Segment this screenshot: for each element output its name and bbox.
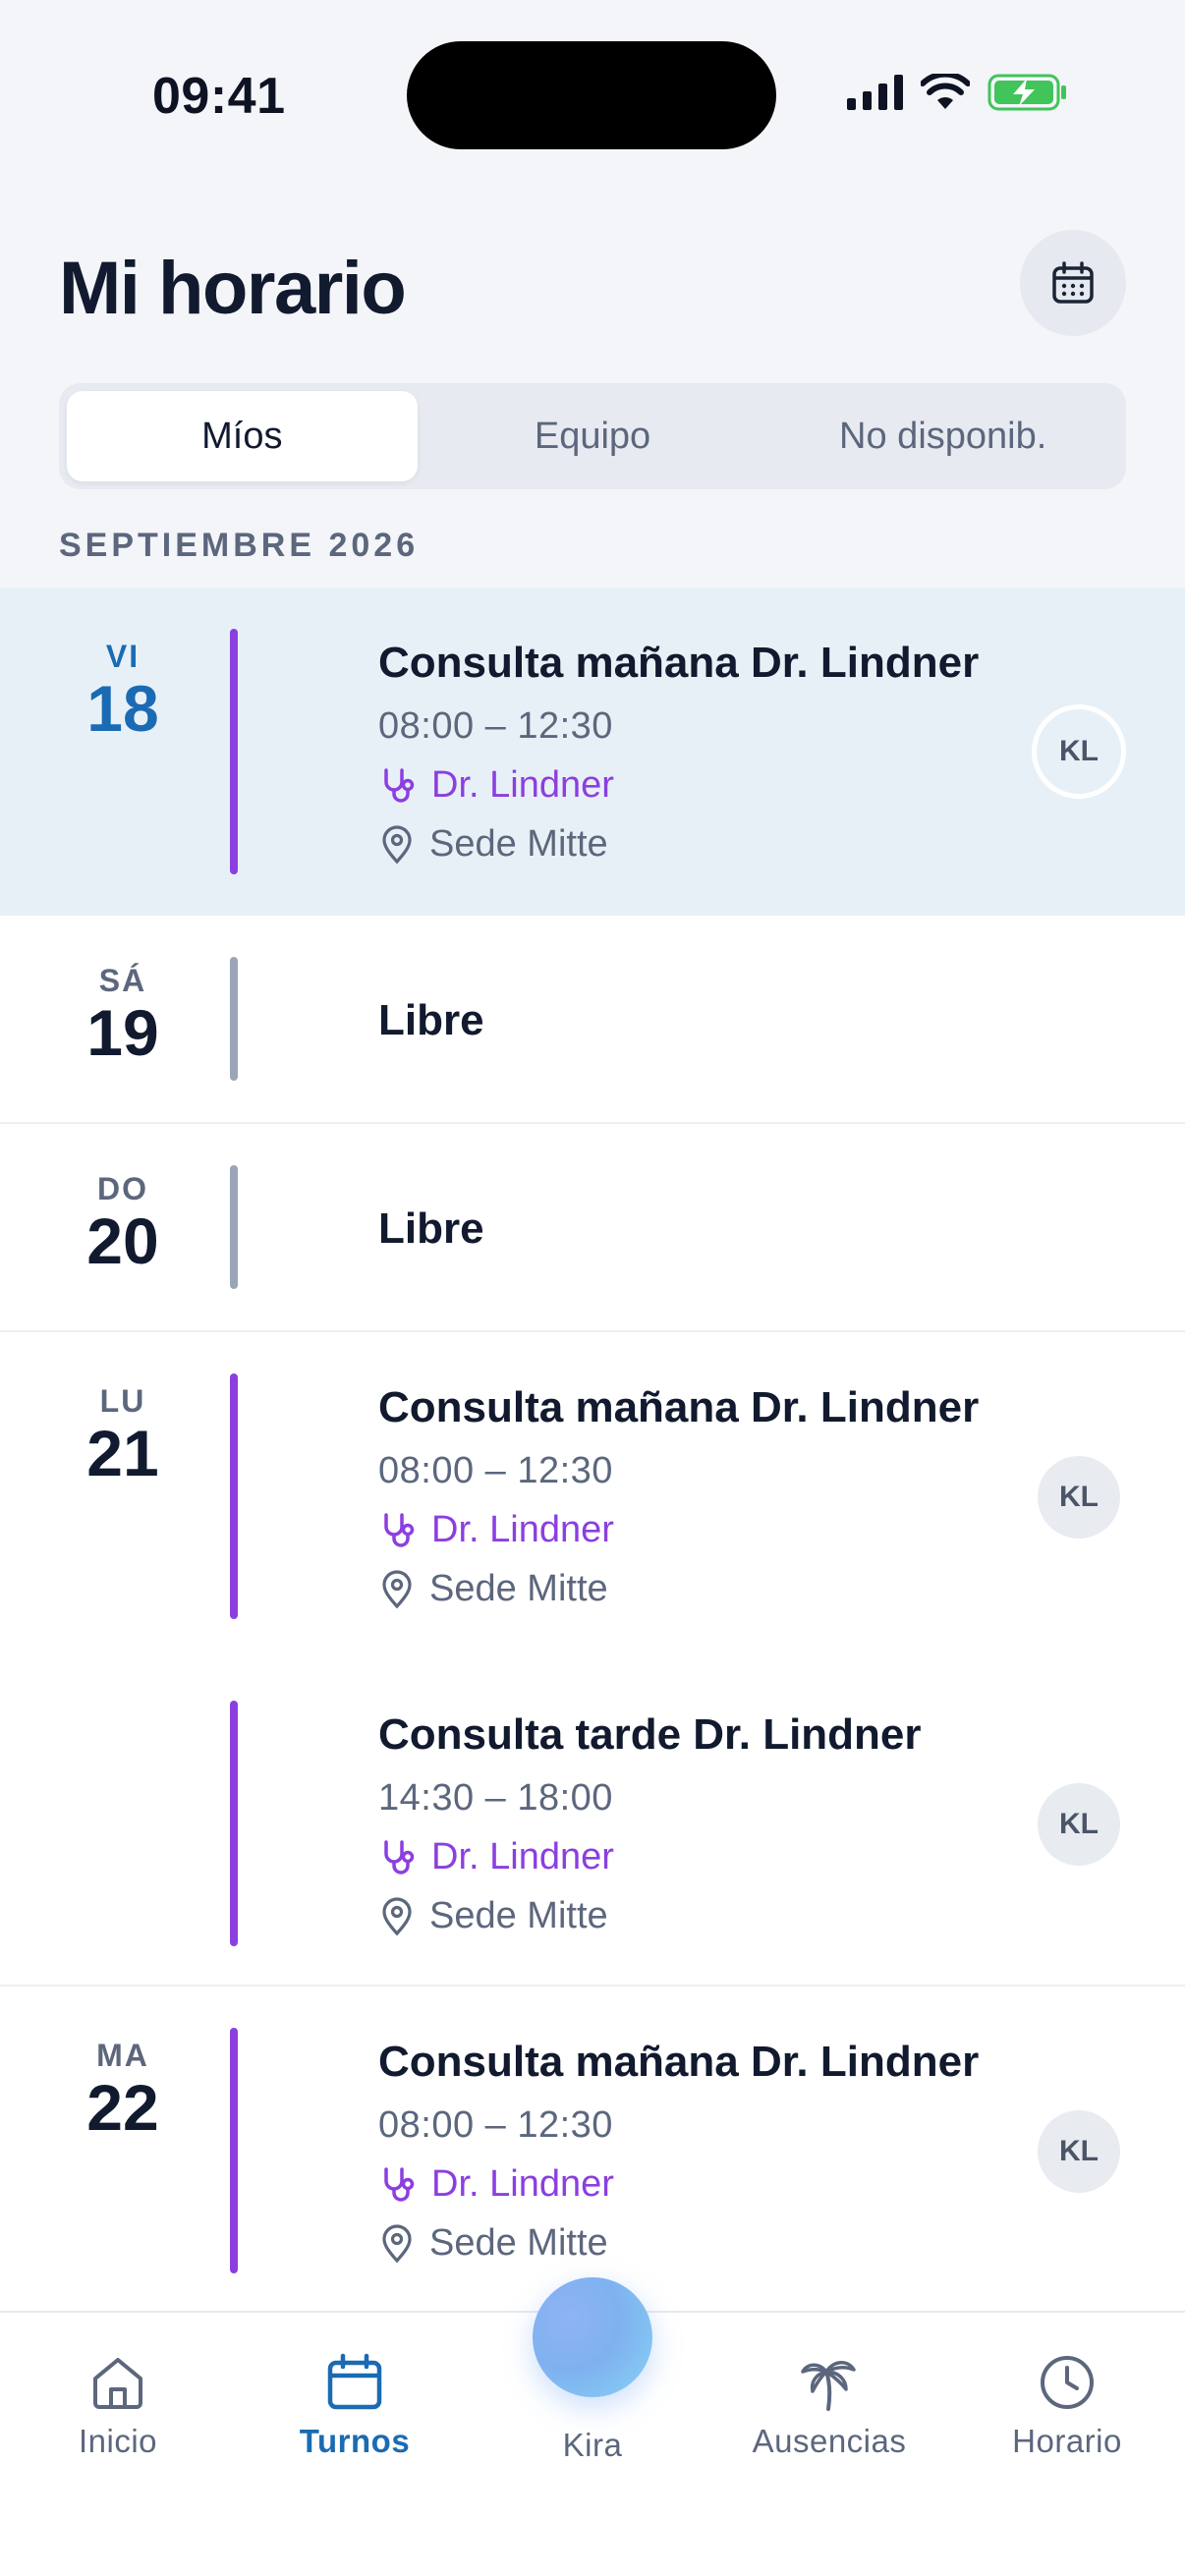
shift-location: Sede Mitte [378, 1568, 608, 1610]
day-of-week: MA [96, 2038, 149, 2073]
location-name: Sede Mitte [429, 2222, 608, 2264]
month-label: SEPTIEMBRE 2026 [59, 527, 420, 564]
calendar-button[interactable] [1020, 230, 1126, 336]
day-number: 18 [86, 672, 159, 745]
home-icon [93, 2358, 142, 2409]
palm-tree-icon [801, 2361, 856, 2411]
location-pin-icon [382, 824, 412, 864]
day-of-week: LU [99, 1383, 146, 1419]
day-of-week: SÁ [98, 963, 147, 998]
shift-doctor: Dr. Lindner [378, 2163, 614, 2206]
wifi-icon [921, 74, 970, 109]
location-name: Sede Mitte [429, 1895, 608, 1936]
tab-label-kira: Kira [562, 2427, 623, 2463]
tab-label: Ausencias [752, 2423, 907, 2459]
free-color-bar [230, 1165, 238, 1289]
shift-title: Consulta mañana Dr. Lindner [378, 2038, 980, 2086]
location-name: Sede Mitte [429, 1568, 608, 1609]
shift-color-bar [230, 1373, 238, 1619]
shift-location: Sede Mitte [378, 823, 608, 866]
location-pin-icon [382, 1896, 412, 1935]
tab-label: Inicio [78, 2423, 158, 2459]
shift-title: Consulta mañana Dr. Lindner [378, 1383, 980, 1431]
doctor-name: Dr. Lindner [431, 2163, 614, 2205]
day-row[interactable]: DO 20 Libre [0, 1124, 1185, 1332]
shift-doctor: Dr. Lindner [378, 764, 614, 807]
shift-location: Sede Mitte [378, 2222, 608, 2265]
segment-mine[interactable]: Míos [67, 391, 418, 481]
free-label: Libre [378, 996, 484, 1044]
avatar[interactable]: KL [1032, 704, 1126, 799]
tab-label: Horario [1012, 2423, 1122, 2459]
battery-charging-icon [988, 74, 1066, 111]
shift-time: 14:30 – 18:00 [378, 1777, 613, 1819]
day-number: 20 [86, 1204, 159, 1277]
doctor-name: Dr. Lindner [431, 1836, 614, 1877]
day-of-week: VI [105, 639, 141, 674]
segment-unavailable[interactable]: No disponib. [767, 391, 1118, 481]
free-color-bar [230, 957, 238, 1081]
tab-ausencias[interactable]: Ausencias [731, 2352, 928, 2460]
schedule-list: VI 18 Consulta mañana Dr. Lindner 08:00 … [0, 588, 1185, 2315]
tab-label: Turnos [299, 2423, 411, 2459]
avatar[interactable]: KL [1038, 1783, 1120, 1866]
shift-location: Sede Mitte [378, 1895, 608, 1937]
shift-color-bar [230, 1701, 238, 1946]
shift-doctor: Dr. Lindner [378, 1836, 614, 1878]
day-row[interactable]: LU 21 Consulta mañana Dr. Lindner 08:00 … [0, 1332, 1185, 1987]
doctor-name: Dr. Lindner [431, 764, 614, 806]
calendar-icon [327, 2353, 382, 2410]
status-icons [847, 71, 1068, 114]
avatar[interactable]: KL [1038, 1456, 1120, 1539]
day-label: DO 20 [39, 1171, 206, 1275]
dynamic-island [407, 41, 776, 149]
cellular-signal-icon [847, 75, 903, 110]
location-name: Sede Mitte [429, 823, 608, 865]
day-label: SÁ 19 [39, 963, 206, 1067]
shift-time: 08:00 – 12:30 [378, 2104, 613, 2146]
shift-title: Consulta mañana Dr. Lindner [378, 639, 980, 687]
page-title: Mi horario [59, 247, 407, 330]
doctor-name: Dr. Lindner [431, 1509, 614, 1550]
location-pin-icon [382, 1569, 412, 1608]
location-pin-icon [382, 2223, 412, 2263]
avatar[interactable]: KL [1038, 2110, 1120, 2193]
tab-inicio[interactable]: Inicio [20, 2352, 216, 2460]
day-row[interactable]: SÁ 19 Libre [0, 916, 1185, 1124]
free-label: Libre [378, 1204, 484, 1253]
stethoscope-icon [384, 1512, 415, 1547]
shift-time: 08:00 – 12:30 [378, 705, 613, 747]
day-number: 22 [86, 2071, 159, 2144]
kira-assistant-orb[interactable] [533, 2277, 652, 2397]
shift-color-bar [230, 629, 238, 874]
day-label: MA 22 [39, 2038, 206, 2142]
shift-title: Consulta tarde Dr. Lindner [378, 1710, 922, 1759]
shift-doctor: Dr. Lindner [378, 1509, 614, 1551]
shift-time: 08:00 – 12:30 [378, 1450, 613, 1491]
status-bar: 09:41 [0, 0, 1185, 187]
clock-icon [1041, 2356, 1094, 2409]
day-label: LU 21 [39, 1383, 206, 1487]
day-number: 19 [86, 996, 159, 1069]
day-label: VI 18 [39, 639, 206, 743]
tab-horario[interactable]: Horario [969, 2352, 1165, 2460]
stethoscope-icon [384, 2166, 415, 2202]
day-row[interactable]: VI 18 Consulta mañana Dr. Lindner 08:00 … [0, 588, 1185, 916]
calendar-icon [1052, 261, 1094, 304]
stethoscope-icon [384, 767, 415, 803]
day-number: 21 [86, 1417, 159, 1489]
day-of-week: DO [97, 1171, 148, 1206]
tab-turnos[interactable]: Turnos [256, 2352, 453, 2460]
status-time: 09:41 [152, 68, 286, 125]
day-row[interactable]: MA 22 Consulta mañana Dr. Lindner 08:00 … [0, 1987, 1185, 2315]
shift-color-bar [230, 2028, 238, 2273]
segment-team[interactable]: Equipo [418, 391, 768, 481]
schedule-filter-segmented: Míos Equipo No disponib. [59, 383, 1126, 489]
stethoscope-icon [384, 1839, 415, 1875]
